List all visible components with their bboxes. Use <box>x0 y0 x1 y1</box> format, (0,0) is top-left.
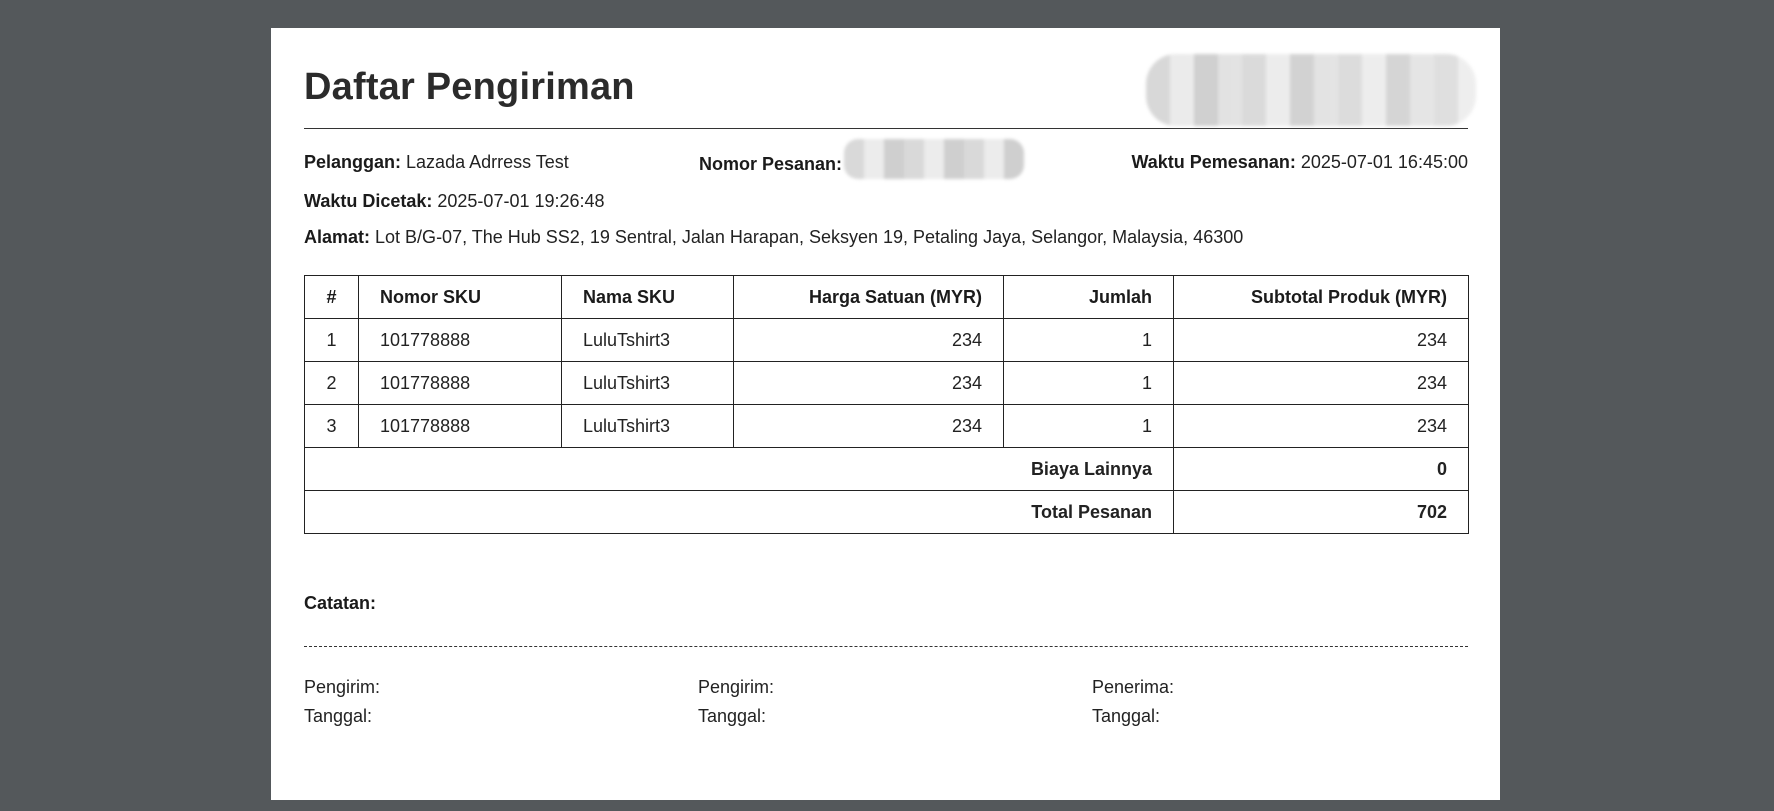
order-time-info: Waktu Pemesanan: 2025-07-01 16:45:00 <box>1131 151 1468 173</box>
signature-role: Penerima: <box>1092 677 1175 697</box>
document-header: Daftar Pengiriman <box>304 28 1476 129</box>
redacted-logo <box>1146 54 1476 126</box>
cell-sku-number: 101778888 <box>358 361 562 405</box>
print-time-label: Waktu Dicetak: <box>304 191 433 211</box>
table-row: 3 101778888 LuluTshirt3 234 1 234 <box>304 404 1469 448</box>
order-info-row: Pelanggan: Lazada Adrress Test Nomor Pes… <box>304 139 1468 179</box>
notes-label: Catatan: <box>304 593 377 613</box>
cell-quantity: 1 <box>1003 404 1174 448</box>
customer-value: Lazada Adrress Test <box>406 152 569 172</box>
print-time-row: Waktu Dicetak: 2025-07-01 19:26:48 <box>304 190 1468 212</box>
customer-label: Pelanggan: <box>304 152 402 172</box>
cell-subtotal: 234 <box>1173 361 1469 405</box>
print-time-value: 2025-07-01 19:26:48 <box>437 191 605 211</box>
total-label: Total Pesanan <box>304 490 1174 534</box>
dashed-divider <box>304 646 1468 647</box>
table-row: 2 101778888 LuluTshirt3 234 1 234 <box>304 361 1469 405</box>
cell-sku-name: LuluTshirt3 <box>561 404 734 448</box>
signature-date: Tanggal: <box>1092 706 1161 726</box>
column-header-subtotal: Subtotal Produk (MYR) <box>1173 275 1469 319</box>
cell-sku-name: LuluTshirt3 <box>561 318 734 362</box>
customer-info: Pelanggan: Lazada Adrress Test <box>304 151 569 173</box>
total-value: 702 <box>1173 490 1469 534</box>
column-header-quantity: Jumlah <box>1003 275 1174 319</box>
document-content: Daftar Pengiriman Pelanggan: Lazada Adrr… <box>304 28 1476 726</box>
address-row: Alamat: Lot B/G-07, The Hub SS2, 19 Sent… <box>304 226 1468 248</box>
other-fees-row: Biaya Lainnya 0 <box>304 447 1469 491</box>
document-title: Daftar Pengiriman <box>304 66 635 108</box>
order-time-value: 2025-07-01 16:45:00 <box>1300 152 1468 172</box>
other-fees-label: Biaya Lainnya <box>304 447 1174 491</box>
document-page: Daftar Pengiriman Pelanggan: Lazada Adrr… <box>271 28 1500 800</box>
table-row: 1 101778888 LuluTshirt3 234 1 234 <box>304 318 1469 362</box>
cell-unit-price: 234 <box>733 404 1004 448</box>
column-header-index: # <box>304 275 359 319</box>
items-table: # Nomor SKU Nama SKU Harga Satuan (MYR) … <box>304 275 1469 534</box>
order-number-info: Nomor Pesanan: <box>699 139 1025 179</box>
table-header-row: # Nomor SKU Nama SKU Harga Satuan (MYR) … <box>304 275 1469 319</box>
column-header-sku-number: Nomor SKU <box>358 275 562 319</box>
order-number-label: Nomor Pesanan: <box>699 153 843 174</box>
cell-subtotal: 234 <box>1173 404 1469 448</box>
cell-unit-price: 234 <box>733 318 1004 362</box>
cell-unit-price: 234 <box>733 361 1004 405</box>
cell-index: 3 <box>304 404 359 448</box>
cell-sku-number: 101778888 <box>358 318 562 362</box>
signature-block-sender-1: Pengirim: Tanggal: <box>304 673 380 731</box>
total-row: Total Pesanan 702 <box>304 490 1469 534</box>
column-header-unit-price: Harga Satuan (MYR) <box>733 275 1004 319</box>
cell-quantity: 1 <box>1003 361 1174 405</box>
redacted-order-number <box>844 139 1025 179</box>
order-time-label: Waktu Pemesanan: <box>1131 152 1296 172</box>
other-fees-value: 0 <box>1173 447 1469 491</box>
column-header-sku-name: Nama SKU <box>561 275 734 319</box>
cell-subtotal: 234 <box>1173 318 1469 362</box>
cell-index: 1 <box>304 318 359 362</box>
cell-index: 2 <box>304 361 359 405</box>
address-label: Alamat: <box>304 227 371 247</box>
cell-quantity: 1 <box>1003 318 1174 362</box>
signature-role: Pengirim: <box>304 677 381 697</box>
cell-sku-number: 101778888 <box>358 404 562 448</box>
signature-block-receiver: Penerima: Tanggal: <box>1092 673 1174 731</box>
signature-role: Pengirim: <box>698 677 775 697</box>
cell-sku-name: LuluTshirt3 <box>561 361 734 405</box>
address-value: Lot B/G-07, The Hub SS2, 19 Sentral, Jal… <box>375 227 1244 247</box>
signature-block-sender-2: Pengirim: Tanggal: <box>698 673 774 731</box>
signature-date: Tanggal: <box>304 706 373 726</box>
signature-date: Tanggal: <box>698 706 767 726</box>
